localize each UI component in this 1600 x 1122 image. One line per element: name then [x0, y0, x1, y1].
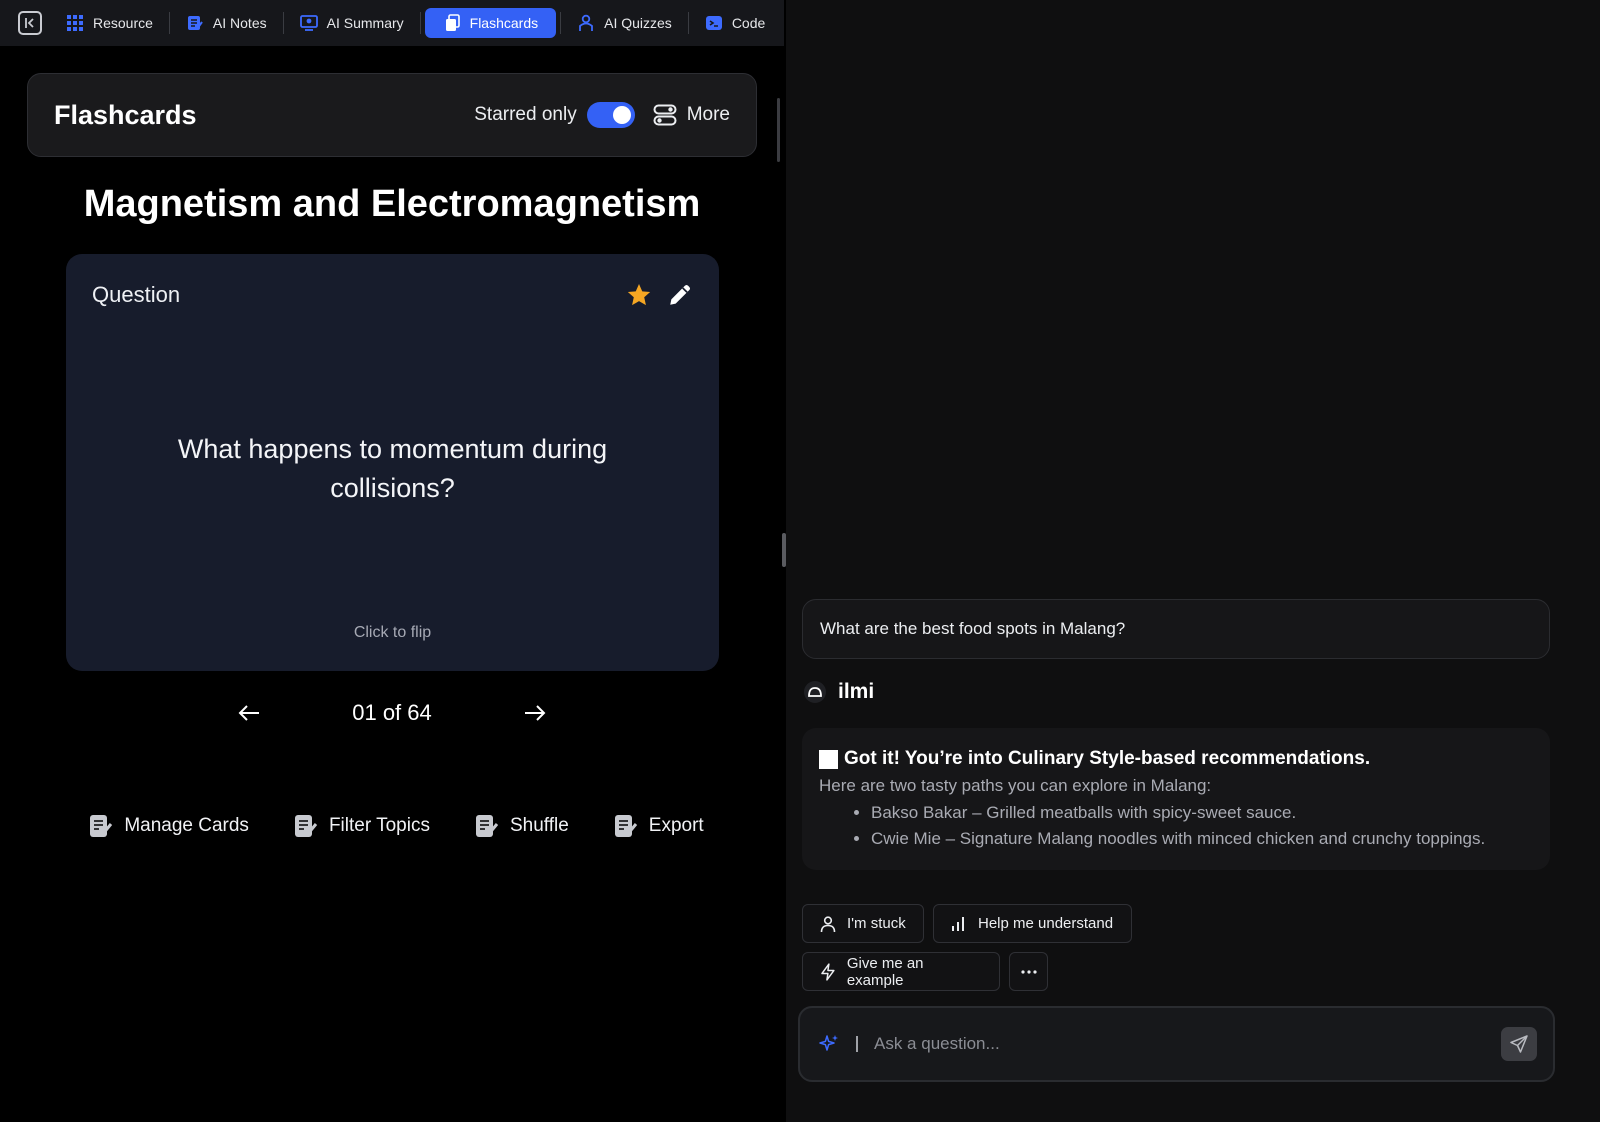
action-label: Export [648, 815, 704, 836]
nav-divider [560, 12, 562, 34]
note-edit-icon [90, 815, 113, 837]
send-icon [1510, 1035, 1528, 1053]
chat-input-box [798, 1006, 1555, 1082]
flashcards-icon [445, 14, 460, 31]
more-button[interactable]: More [653, 104, 730, 126]
manage-cards-button[interactable]: Manage Cards [88, 813, 249, 839]
ask-question-input[interactable] [874, 1034, 1501, 1054]
code-icon [705, 16, 722, 30]
nav-divider [687, 12, 689, 34]
card-question-text: What happens to momentum during collisio… [177, 434, 608, 503]
bot-message-title: Got it! You’re into Culinary Style-based… [819, 748, 1533, 770]
tab-label: Flashcards [469, 15, 539, 31]
more-label: More [686, 104, 730, 125]
chip-label: Give me an example [846, 954, 924, 989]
topic-title: Magnetism and Electromagnetism [83, 183, 701, 225]
tab-ai-quizzes[interactable]: AI Quizzes [565, 8, 684, 38]
list-item: Cwie Mie – Signature Malang noodles with… [871, 826, 1533, 852]
tab-label: AI Summary [326, 15, 404, 31]
bot-title-text: Got it! You’re into Culinary Style-based… [844, 748, 1371, 769]
shuffle-button[interactable]: Shuffle [474, 813, 569, 839]
avatar [804, 681, 826, 703]
action-label: Filter Topics [328, 815, 430, 836]
bot-header: ilmi [804, 680, 874, 704]
bot-message: Got it! You’re into Culinary Style-based… [802, 728, 1550, 870]
tab-resource[interactable]: Resource [54, 8, 165, 38]
nav-divider [419, 12, 421, 34]
give-example-button[interactable]: Give me an example [802, 952, 1000, 991]
flashcard[interactable]: Question What happens to momentum during… [66, 254, 719, 671]
top-nav: Resource AI Notes AI Summary Flashcards … [0, 0, 784, 46]
more-options-button[interactable] [1009, 952, 1048, 991]
filter-topics-button[interactable]: Filter Topics [293, 813, 430, 839]
collapse-icon [25, 18, 34, 28]
tab-ai-notes[interactable]: AI Notes [174, 8, 279, 38]
chat-pane: What are the best food spots in Malang? … [786, 0, 1600, 1122]
tab-label: AI Quizzes [604, 15, 672, 31]
tab-label: Code [731, 15, 766, 31]
lightning-icon [821, 962, 835, 981]
tab-code[interactable]: Code [693, 8, 777, 38]
page-counter: 01 of 64 [352, 700, 432, 725]
chip-label: Help me understand [978, 915, 1114, 932]
bar-chart-icon [952, 916, 964, 931]
export-button[interactable]: Export [613, 813, 704, 839]
scrollbar[interactable] [777, 98, 780, 162]
chip-label: I'm stuck [847, 915, 906, 932]
note-edit-icon [294, 815, 318, 837]
note-edit-icon [614, 815, 637, 837]
square-icon [819, 749, 838, 769]
arrow-right-icon[interactable] [520, 698, 550, 728]
note-edit-icon [475, 815, 499, 837]
flip-hint: Click to flip [353, 624, 432, 641]
nav-divider [282, 12, 284, 34]
nav-divider [168, 12, 170, 34]
flashcards-header: Flashcards Starred only More [27, 73, 757, 157]
starred-only-label: Starred only [474, 104, 577, 125]
tab-label: AI Notes [212, 15, 267, 31]
star-icon[interactable] [626, 282, 652, 308]
starred-only-toggle[interactable] [586, 102, 635, 128]
im-stuck-button[interactable]: I'm stuck [802, 904, 924, 943]
bot-name: ilmi [838, 680, 875, 703]
page-title: Flashcards [54, 99, 197, 130]
recommendation-list: Bakso Bakar – Grilled meatballs with spi… [819, 800, 1533, 852]
card-side-label: Question [92, 282, 181, 307]
bot-logo-icon [808, 687, 822, 697]
action-label: Manage Cards [124, 815, 249, 836]
card-pager: 01 of 64 [0, 694, 784, 734]
user-message-text: What are the best food spots in Malang? [820, 619, 1126, 638]
bot-intro-text: Here are two tasty paths you can explore… [819, 776, 1212, 795]
flashcards-pane: Resource AI Notes AI Summary Flashcards … [0, 0, 784, 1122]
user-icon [820, 915, 836, 932]
edit-pencil-icon[interactable] [667, 282, 693, 308]
action-label: Shuffle [509, 815, 569, 836]
send-button[interactable] [1501, 1027, 1537, 1061]
list-item: Bakso Bakar – Grilled meatballs with spi… [871, 800, 1533, 826]
tab-label: Resource [93, 15, 153, 31]
user-message: What are the best food spots in Malang? [802, 599, 1550, 659]
sparkle-icon [819, 1035, 838, 1051]
ellipsis-icon [1020, 969, 1037, 974]
summary-icon [299, 15, 318, 31]
tab-ai-summary[interactable]: AI Summary [288, 8, 416, 38]
settings-sliders-icon [653, 104, 677, 126]
grid-icon [67, 15, 83, 31]
card-actions: Manage Cards Filter Topics Shuffle Expor… [0, 813, 784, 839]
notes-icon [187, 16, 203, 30]
text-cursor [856, 1036, 858, 1052]
collapse-sidebar-button[interactable] [18, 11, 42, 35]
tab-flashcards[interactable]: Flashcards [424, 8, 557, 38]
quiz-icon [579, 14, 594, 31]
help-me-understand-button[interactable]: Help me understand [933, 904, 1132, 943]
